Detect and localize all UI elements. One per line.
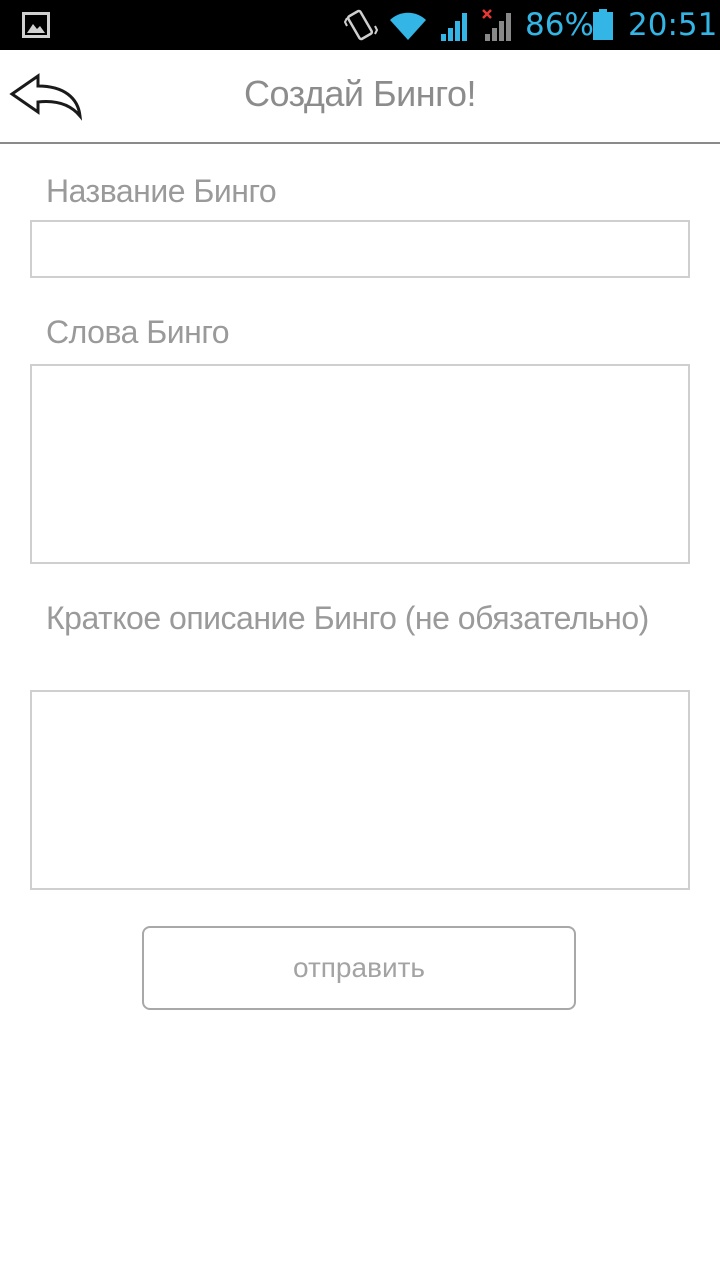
bingo-description-textarea[interactable] [30, 690, 690, 890]
signal-no-sim-icon [482, 8, 518, 47]
signal-icon [440, 10, 472, 47]
bingo-words-textarea[interactable] [30, 364, 690, 564]
submit-button[interactable]: отправить [142, 926, 576, 1010]
vibrate-icon [343, 8, 379, 49]
app-header: Создай Бинго! [0, 50, 720, 144]
status-bar: 86% 20:51 [0, 0, 720, 50]
battery-percent: 86% [525, 7, 594, 43]
wifi-icon [388, 10, 428, 47]
page-title: Создай Бинго! [244, 73, 476, 114]
clock: 20:51 [628, 7, 718, 43]
bingo-name-input[interactable] [30, 220, 690, 278]
gallery-icon [22, 12, 50, 43]
bingo-words-label: Слова Бинго [46, 314, 230, 350]
bingo-name-label: Название Бинго [46, 173, 277, 209]
bingo-description-label: Краткое описание Бинго (не обязательно) [46, 600, 649, 636]
battery-icon [592, 9, 614, 46]
